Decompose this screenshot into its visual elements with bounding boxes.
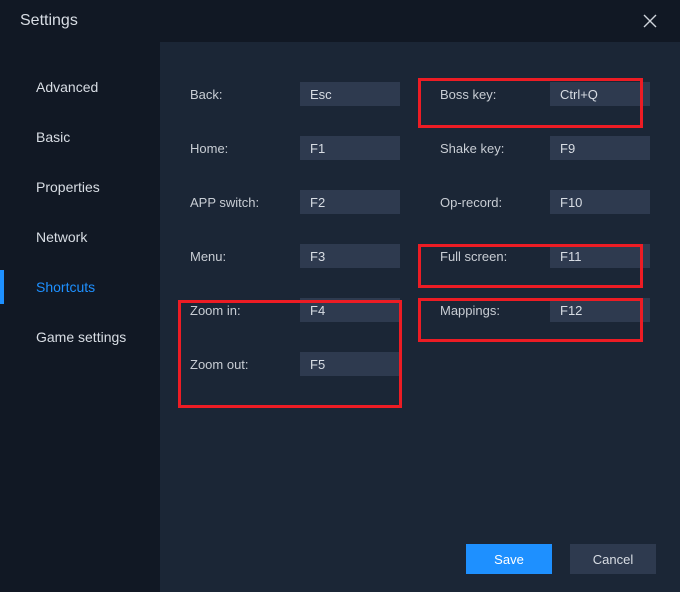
cancel-button[interactable]: Cancel (570, 544, 656, 574)
label-zoom-out: Zoom out: (190, 357, 300, 372)
sidebar-item-properties[interactable]: Properties (0, 162, 160, 212)
sidebar-item-label: Network (36, 229, 87, 245)
input-zoom-in[interactable] (300, 298, 400, 322)
label-back: Back: (190, 87, 300, 102)
shortcuts-grid: Back: Boss key: Home: Shake key: APP swi… (190, 82, 680, 376)
label-op-record: Op-record: (440, 195, 550, 210)
content-panel: Back: Boss key: Home: Shake key: APP swi… (160, 42, 680, 592)
sidebar-item-basic[interactable]: Basic (0, 112, 160, 162)
sidebar-item-label: Properties (36, 179, 100, 195)
sidebar-item-label: Shortcuts (36, 279, 95, 295)
sidebar-item-label: Game settings (36, 329, 126, 345)
input-menu[interactable] (300, 244, 400, 268)
sidebar-item-network[interactable]: Network (0, 212, 160, 262)
input-shake-key[interactable] (550, 136, 650, 160)
titlebar: Settings (0, 0, 680, 42)
input-back[interactable] (300, 82, 400, 106)
sidebar: Advanced Basic Properties Network Shortc… (0, 42, 160, 592)
window-title: Settings (20, 12, 78, 30)
input-home[interactable] (300, 136, 400, 160)
input-zoom-out[interactable] (300, 352, 400, 376)
save-button[interactable]: Save (466, 544, 552, 574)
label-menu: Menu: (190, 249, 300, 264)
input-full-screen[interactable] (550, 244, 650, 268)
main-area: Advanced Basic Properties Network Shortc… (0, 42, 680, 592)
sidebar-item-shortcuts[interactable]: Shortcuts (0, 262, 160, 312)
sidebar-item-game-settings[interactable]: Game settings (0, 312, 160, 362)
label-shake-key: Shake key: (440, 141, 550, 156)
sidebar-item-advanced[interactable]: Advanced (0, 62, 160, 112)
label-app-switch: APP switch: (190, 195, 300, 210)
label-boss-key: Boss key: (440, 87, 550, 102)
button-row: Save Cancel (466, 544, 656, 574)
label-mappings: Mappings: (440, 303, 550, 318)
close-icon (643, 14, 657, 28)
sidebar-item-label: Basic (36, 129, 70, 145)
sidebar-item-label: Advanced (36, 79, 98, 95)
input-boss-key[interactable] (550, 82, 650, 106)
input-mappings[interactable] (550, 298, 650, 322)
close-button[interactable] (636, 7, 664, 35)
label-home: Home: (190, 141, 300, 156)
label-full-screen: Full screen: (440, 249, 550, 264)
input-op-record[interactable] (550, 190, 650, 214)
input-app-switch[interactable] (300, 190, 400, 214)
label-zoom-in: Zoom in: (190, 303, 300, 318)
